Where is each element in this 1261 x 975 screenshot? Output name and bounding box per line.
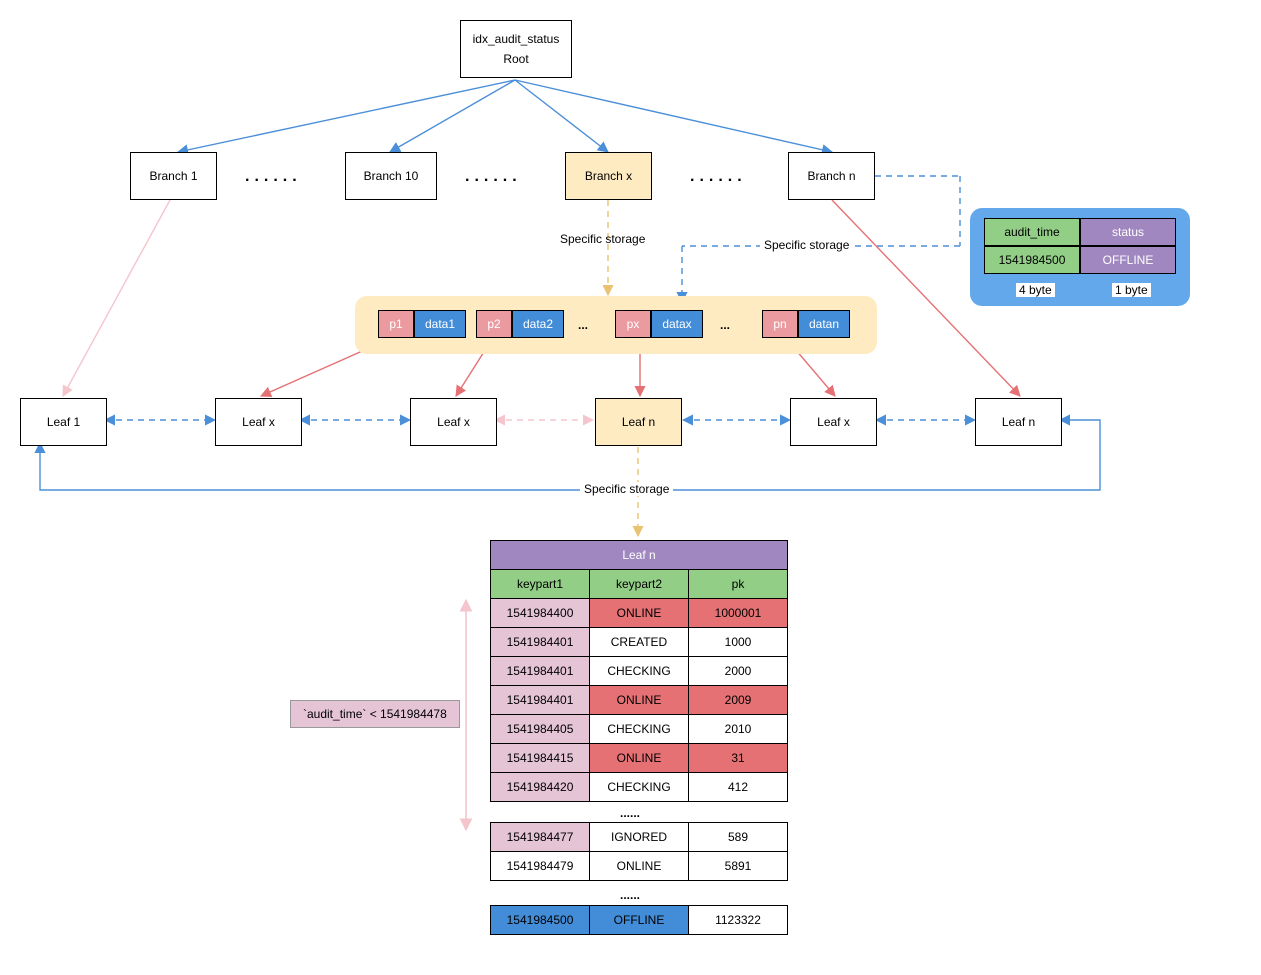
ellipsis: ...... <box>620 888 640 902</box>
leaf-n: Leaf n <box>975 398 1062 446</box>
data1: data1 <box>414 310 466 338</box>
h-keypart1: keypart1 <box>491 570 590 599</box>
root-node: idx_audit_status Root <box>460 20 572 78</box>
audit-time-h: audit_time <box>984 218 1080 246</box>
pn: pn <box>762 310 798 338</box>
status-h: status <box>1080 218 1176 246</box>
leaf-table-3: 1541984500OFFLINE1123322 <box>490 905 788 935</box>
px: px <box>615 310 651 338</box>
branch-n: Branch n <box>788 152 875 200</box>
specific-label: Specific storage <box>760 238 853 252</box>
specific-label: Specific storage <box>580 482 673 496</box>
leaf-x: Leaf x <box>410 398 497 446</box>
specific-label: Specific storage <box>560 232 645 246</box>
datan: datan <box>798 310 850 338</box>
h-pk: pk <box>689 570 788 599</box>
data2: data2 <box>512 310 564 338</box>
byte4: 4 byte <box>1016 283 1055 297</box>
leaf-n-hl: Leaf n <box>595 398 682 446</box>
leaf-table-2: 1541984477IGNORED589 1541984479ONLINE589… <box>490 822 788 881</box>
p1: p1 <box>378 310 414 338</box>
branch-10: Branch 10 <box>345 152 437 200</box>
root-title: idx_audit_status <box>473 32 560 46</box>
h-keypart2: keypart2 <box>590 570 689 599</box>
branch-1: Branch 1 <box>130 152 217 200</box>
audit-time-v: 1541984500 <box>984 246 1080 274</box>
datax: datax <box>651 310 703 338</box>
branch-x: Branch x <box>565 152 652 200</box>
leaf-x: Leaf x <box>215 398 302 446</box>
byte1: 1 byte <box>1112 283 1151 297</box>
dots: ...... <box>690 168 747 186</box>
leaf-1: Leaf 1 <box>20 398 107 446</box>
dots: ... <box>720 318 730 332</box>
p2: p2 <box>476 310 512 338</box>
status-v: OFFLINE <box>1080 246 1176 274</box>
leaf-x: Leaf x <box>790 398 877 446</box>
table-title: Leaf n <box>491 541 788 570</box>
root-sub: Root <box>503 52 528 66</box>
dots: ...... <box>245 168 302 186</box>
diagram-canvas: idx_audit_status Root Branch 1 ...... Br… <box>0 0 1261 975</box>
dots: ...... <box>465 168 522 186</box>
condition-box: `audit_time` < 1541984478 <box>290 700 460 728</box>
leaf-table: Leaf n keypart1keypart2pk 1541984400ONLI… <box>490 540 788 802</box>
dots: ... <box>578 318 588 332</box>
ellipsis: ...... <box>620 806 640 820</box>
